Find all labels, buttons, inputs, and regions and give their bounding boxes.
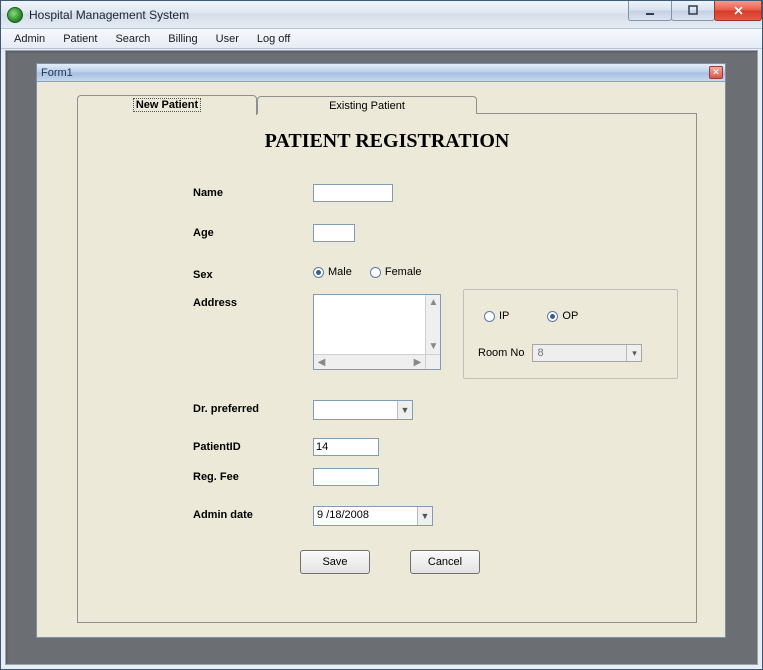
regfee-label: Reg. Fee [193,471,293,483]
menu-search[interactable]: Search [106,31,159,47]
child-close-button[interactable]: ✕ [709,66,723,79]
dr-value [314,401,397,419]
room-label: Room No [478,347,524,359]
ip-radio[interactable]: IP [484,310,509,322]
app-icon [7,7,23,23]
close-button[interactable] [714,1,762,21]
name-input[interactable] [313,184,393,202]
child-window: Form1 ✕ New Patient Existing Patient PAT… [36,63,726,638]
room-select[interactable]: 8 ▾ [532,344,642,362]
maximize-icon [688,5,699,16]
chevron-down-icon: ▼ [417,507,432,525]
form-area: Name Age Sex [78,174,696,622]
scroll-down-icon: ▼ [426,339,441,354]
menu-admin[interactable]: Admin [5,31,54,47]
radio-icon [484,311,495,322]
panel-title: PATIENT REGISTRATION [78,130,696,153]
menu-billing[interactable]: Billing [159,31,206,47]
room-value: 8 [537,347,543,359]
chevron-down-icon: ▾ [626,345,641,361]
main-window: Hospital Management System Admin Patient… [0,0,763,670]
admindate-label: Admin date [193,509,293,521]
save-button[interactable]: Save [300,550,370,574]
regfee-input[interactable] [313,468,379,486]
tab-new-patient[interactable]: New Patient [77,95,257,115]
mdi-client-area: Form1 ✕ New Patient Existing Patient PAT… [5,50,758,665]
dr-label: Dr. preferred [193,403,293,415]
scroll-left-icon: ◀ [314,355,329,370]
scrollbar-horizontal[interactable]: ◀ ▶ [314,354,425,369]
tab-panel: PATIENT REGISTRATION Name Age Sex [77,113,697,623]
tab-existing-patient[interactable]: Existing Patient [257,96,477,114]
child-body: New Patient Existing Patient PATIENT REG… [37,82,725,637]
admindate-value: 9 /18/2008 [314,507,417,525]
chevron-down-icon: ▼ [397,401,412,419]
titlebar[interactable]: Hospital Management System [1,1,762,29]
radio-icon [313,267,324,278]
ip-label: IP [499,310,509,322]
admindate-picker[interactable]: 9 /18/2008 ▼ [313,506,433,526]
scroll-up-icon: ▲ [426,295,441,310]
sex-male-label: Male [328,266,352,278]
close-icon [733,5,744,16]
dr-select[interactable]: ▼ [313,400,413,420]
age-input[interactable] [313,224,355,242]
patientid-input[interactable] [313,438,379,456]
name-label: Name [193,187,293,199]
sex-male-radio[interactable]: Male [313,266,352,278]
tab-strip: New Patient Existing Patient [77,94,477,114]
address-input-wrap: ▲ ▼ ◀ ▶ [313,294,441,370]
minimize-button[interactable] [628,1,672,21]
tab-label: New Patient [133,98,201,112]
address-input[interactable] [314,295,426,355]
minimize-icon [645,5,656,16]
address-label: Address [193,297,293,309]
child-titlebar[interactable]: Form1 ✕ [37,64,725,82]
radio-icon [547,311,558,322]
menu-logoff[interactable]: Log off [248,31,299,47]
menubar: Admin Patient Search Billing User Log of… [1,29,762,49]
tab-label: Existing Patient [329,100,405,112]
menu-patient[interactable]: Patient [54,31,106,47]
window-controls [629,1,762,21]
window-title: Hospital Management System [29,8,189,22]
sex-label: Sex [193,269,293,281]
op-label: OP [562,310,578,322]
menu-user[interactable]: User [207,31,248,47]
scrollbar-vertical[interactable]: ▲ ▼ [425,295,440,354]
op-radio[interactable]: OP [547,310,578,322]
maximize-button[interactable] [671,1,715,21]
child-title: Form1 [41,67,73,79]
patient-type-groupbox: IP OP Room No 8 ▾ [463,289,678,379]
age-label: Age [193,227,293,239]
sex-female-radio[interactable]: Female [370,266,422,278]
scroll-right-icon: ▶ [410,355,425,370]
sex-female-label: Female [385,266,422,278]
close-icon: ✕ [712,68,720,77]
cancel-button[interactable]: Cancel [410,550,480,574]
radio-icon [370,267,381,278]
patientid-label: PatientID [193,441,293,453]
scroll-corner [425,354,440,369]
